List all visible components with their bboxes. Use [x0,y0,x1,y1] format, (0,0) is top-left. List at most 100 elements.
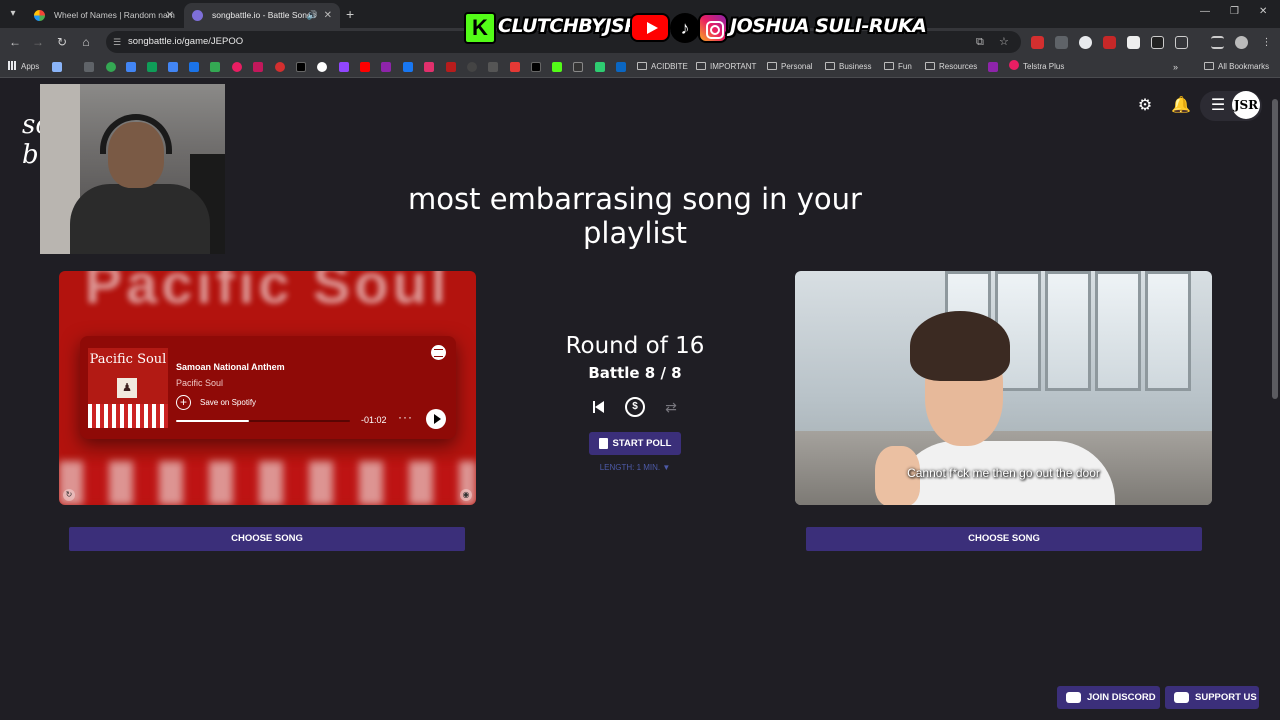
install-app-icon[interactable]: ⧉ [976,31,984,53]
reload-button[interactable]: ↻ [53,33,71,51]
bookmark-icon[interactable] [210,62,220,72]
spotify-logo-icon[interactable] [431,345,446,360]
more-bookmarks-chevron-icon[interactable]: » [1173,56,1178,78]
bookmark-icon[interactable] [317,62,327,72]
bookmark-icon[interactable] [52,62,62,72]
instagram-bookmark-icon[interactable] [424,62,434,72]
bookmark-icon[interactable] [84,62,94,72]
coin-flip-icon[interactable]: $ [625,397,645,417]
bookmark-icon[interactable] [232,62,242,72]
bookmark-icon[interactable] [189,62,199,72]
tab-songbattle[interactable]: songbattle.io - Battle Songs 🔊 ✕ [184,3,340,28]
forward-button[interactable]: → [29,33,47,51]
reading-list-icon[interactable] [1211,36,1224,49]
hide-eye-icon[interactable]: ◉ [460,489,472,501]
bookmark-icon[interactable] [467,62,477,72]
more-options-icon[interactable]: ··· [398,410,413,424]
choose-right-song-button[interactable]: CHOOSE SONG [806,527,1202,551]
support-us-button[interactable]: SUPPORT US [1165,686,1259,709]
bookmark-icon[interactable] [168,62,178,72]
extensions-puzzle-icon[interactable] [1175,36,1188,49]
artist-name[interactable]: Pacific Soul [176,378,223,388]
song-title[interactable]: Samoan National Anthem [176,362,285,372]
bookmark-icon[interactable] [106,62,116,72]
add-plus-icon[interactable]: + [176,395,191,410]
linkedin-bookmark-icon[interactable] [616,62,626,72]
extension-icon[interactable] [1055,36,1068,49]
previous-battle-icon[interactable] [589,397,609,417]
home-icon[interactable]: ⌂ [77,33,95,51]
scrollbar-thumb[interactable] [1272,99,1278,399]
shuffle-icon[interactable]: ⇄ [661,397,681,417]
avatar[interactable]: JSR [1232,91,1260,119]
tiktok-bookmark-icon[interactable] [296,62,306,72]
refresh-icon[interactable]: ↻ [63,489,75,501]
bookmark-folder-personal[interactable]: Personal [767,56,813,78]
choose-left-song-button[interactable]: CHOOSE SONG [69,527,465,551]
bookmark-icon[interactable] [988,62,998,72]
bookmark-icon[interactable] [488,62,498,72]
bookmark-icon[interactable] [126,62,136,72]
settings-gear-icon[interactable]: ⚙ [1135,96,1155,116]
extension-icon[interactable] [1079,36,1092,49]
bookmark-folder-resources[interactable]: Resources [925,56,977,78]
adblock-extension-icon[interactable] [1031,36,1044,49]
profile-avatar-icon[interactable] [1235,36,1248,49]
all-bookmarks-folder[interactable]: All Bookmarks [1204,56,1269,78]
start-poll-button[interactable]: START POLL [589,432,681,455]
kick-logo-icon: K [464,12,496,44]
x-bookmark-icon[interactable] [531,62,541,72]
site-info-icon[interactable]: ☰ [113,31,121,53]
bookmark-icon[interactable] [275,62,285,72]
bookmark-folder-business[interactable]: Business [825,56,871,78]
bookmark-icon[interactable] [573,62,583,72]
notifications-bell-icon[interactable]: 🔔 [1171,96,1191,116]
pdf-extension-icon[interactable] [1103,36,1116,49]
tab-close-icon[interactable]: ✕ [166,3,174,28]
page-scrollbar[interactable] [1270,79,1280,720]
close-window-button[interactable]: ✕ [1259,6,1267,17]
bookmark-folder-fun[interactable]: Fun [884,56,912,78]
restore-button[interactable]: ❐ [1230,6,1239,17]
right-song-card[interactable]: Cannot f*ck me then go out the door [795,271,1212,505]
bookmark-icon[interactable] [595,62,605,72]
round-label: Round of 16 [565,333,705,359]
speaker-icon[interactable]: 🔊 [307,3,318,28]
poll-document-icon [599,438,608,449]
tab-close-icon[interactable]: ✕ [324,3,332,28]
extension-icon[interactable] [1127,36,1140,49]
new-tab-button[interactable]: + [346,5,354,23]
youtube-bookmark-icon[interactable] [360,62,370,72]
apps-bookmark[interactable]: Apps [8,56,39,78]
bookmark-folder-important[interactable]: IMPORTANT [696,56,756,78]
hamburger-menu-icon[interactable]: ☰ [1208,96,1228,116]
tab-wheel-of-names[interactable]: Wheel of Names | Random nam ✕ [26,3,182,28]
bookmark-icon[interactable] [510,62,520,72]
bookmark-icon [637,62,647,70]
blurred-background-text: Pacific Soul [84,271,451,315]
extension-icon[interactable] [1151,36,1164,49]
playback-progress-bar[interactable] [176,420,350,422]
spotify-embed-player[interactable]: Pacific Soul ♟ Samoan National Anthem Pa… [80,336,456,439]
back-button[interactable]: ← [6,33,24,51]
twitch-bookmark-icon[interactable] [339,62,349,72]
poll-length-dropdown[interactable]: LENGTH: 1 MIN. ▼ [575,463,695,472]
bookmark-icon[interactable] [253,62,263,72]
browser-menu-icon[interactable]: ⋮ [1260,36,1273,49]
folder-icon [825,62,835,70]
bookmark-star-icon[interactable]: ☆ [999,31,1009,53]
youtube-logo-icon [630,13,670,42]
bookmark-icon[interactable] [446,62,456,72]
play-button[interactable] [426,409,446,429]
bookmark-telstra-plus[interactable]: Telstra Plus [1009,56,1064,78]
kick-bookmark-icon[interactable] [552,62,562,72]
minimize-button[interactable]: — [1200,6,1210,17]
facebook-bookmark-icon[interactable] [403,62,413,72]
tab-search-button[interactable]: ▾ [4,5,22,23]
join-discord-button[interactable]: JOIN DISCORD [1057,686,1160,709]
bookmark-icon[interactable] [147,62,157,72]
folder-icon [884,62,894,70]
save-on-spotify-link[interactable]: Save on Spotify [200,398,256,407]
bookmark-acidbite[interactable]: ACIDBITE [637,56,688,78]
bookmark-icon[interactable] [381,62,391,72]
